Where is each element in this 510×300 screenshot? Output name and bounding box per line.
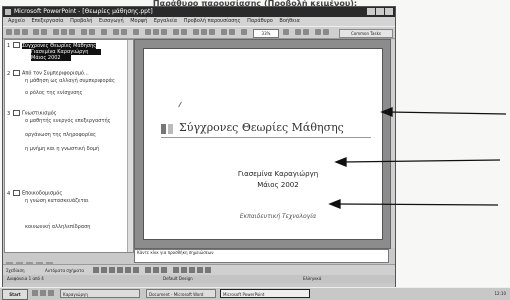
clock: 12:10 [494, 291, 506, 296]
arrowhead-icon [328, 199, 341, 209]
task-powerpoint[interactable]: Microsoft PowerPoint [220, 289, 310, 298]
arrowhead-icon [380, 107, 393, 117]
arrow-title [387, 111, 507, 115]
mail-icon[interactable] [48, 290, 54, 296]
annotation-arrows [328, 107, 507, 209]
arrow-author [341, 159, 501, 163]
browser-icon[interactable] [40, 290, 46, 296]
start-button[interactable]: Start [2, 289, 28, 300]
arrow-subject [335, 203, 499, 206]
taskbar: Start Καραγιώργη Document - Microsoft Wo… [0, 287, 510, 300]
task-word[interactable]: Document - Microsoft Word [146, 289, 216, 298]
desktop-icon[interactable] [32, 290, 38, 296]
task-folder[interactable]: Καραγιώργη [60, 289, 140, 298]
arrowhead-icon [334, 157, 347, 167]
